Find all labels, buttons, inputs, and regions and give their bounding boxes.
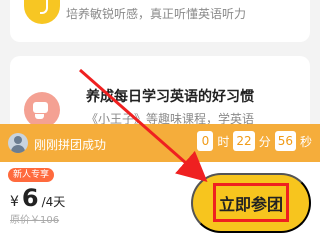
countdown-hour-unit: 分 xyxy=(258,134,271,149)
price-row: ¥ 6 /4天 xyxy=(10,184,65,212)
app-screen: 培养敏锐听感，真正听懂英语听力 养成每日学习英语的好习惯 《小王子》等趣味课程，… xyxy=(0,0,320,244)
habit-feature-title: 养成每日学习英语的好习惯 xyxy=(86,89,254,105)
button-highlight-box xyxy=(213,183,289,222)
price-period: /4天 xyxy=(41,195,66,209)
avatar xyxy=(8,133,28,153)
group-success-text: 刚刚拼团成功 xyxy=(34,138,107,152)
countdown-timer: 0 时 22 分 56 秒 xyxy=(197,131,312,151)
price-value: 6 xyxy=(21,184,39,212)
countdown-minute-unit: 秒 xyxy=(299,134,312,149)
currency-symbol: ¥ xyxy=(10,194,19,210)
thumbs-up-icon xyxy=(24,92,60,128)
group-status-bar: 刚刚拼团成功 0 时 22 分 56 秒 xyxy=(0,124,320,162)
listening-feature-description: 培养敏锐听感，真正听懂英语听力 xyxy=(66,7,247,21)
countdown-day-unit: 时 xyxy=(217,134,230,149)
listening-feature-card: 培养敏锐听感，真正听懂英语听力 xyxy=(10,0,310,42)
countdown-hours: 22 xyxy=(233,131,255,151)
headphones-icon xyxy=(24,0,60,24)
new-user-badge: 新人专享 xyxy=(8,168,54,182)
countdown-minutes: 56 xyxy=(274,131,296,151)
original-price: 原价￥106 xyxy=(10,215,60,226)
countdown-days: 0 xyxy=(197,131,214,151)
